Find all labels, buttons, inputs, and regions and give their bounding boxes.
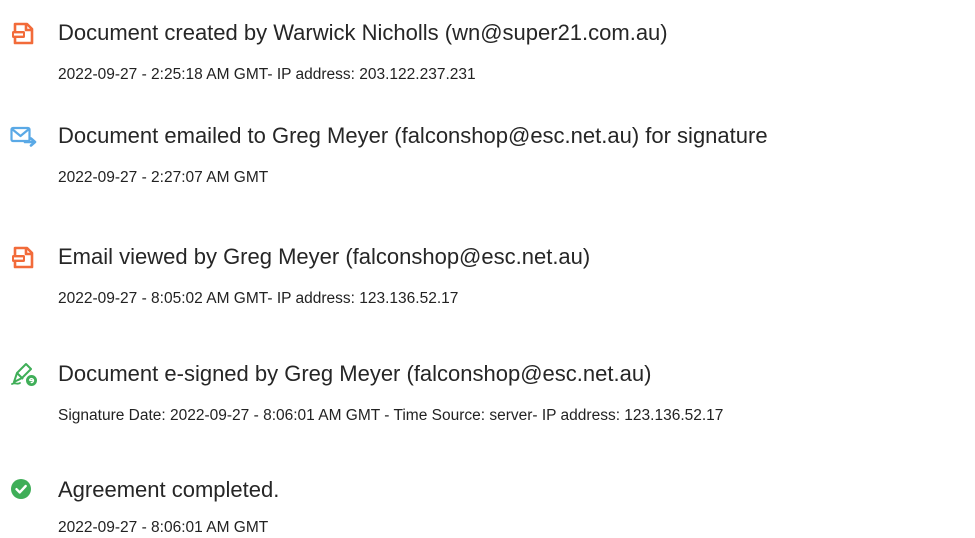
event-detail: Signature Date: 2022-09-27 - 8:06:01 AM … [58, 407, 724, 424]
document-created-icon [10, 20, 36, 46]
event-document-emailed: Document emailed to Greg Meyer (falconsh… [10, 123, 950, 193]
email-sent-icon [10, 123, 37, 149]
event-title: Email viewed by Greg Meyer (falconshop@e… [58, 244, 591, 269]
event-title: Document e-signed by Greg Meyer (falcons… [58, 361, 652, 386]
event-title: Document created by Warwick Nicholls (wn… [58, 20, 668, 45]
event-agreement-completed: Agreement completed. 2022-09-27 - 8:06:0… [10, 477, 950, 537]
event-title: Agreement completed. [58, 477, 280, 502]
event-document-created: Document created by Warwick Nicholls (wn… [10, 20, 950, 90]
event-detail: 2022-09-27 - 8:05:02 AM GMT- IP address:… [58, 290, 459, 307]
e-sign-pen-icon [10, 361, 37, 387]
event-document-e-signed: Document e-signed by Greg Meyer (falcons… [10, 361, 970, 431]
event-detail: 2022-09-27 - 2:27:07 AM GMT [58, 169, 269, 186]
event-detail: 2022-09-27 - 2:25:18 AM GMT- IP address:… [58, 66, 476, 83]
check-circle-icon [10, 477, 36, 503]
email-viewed-icon [10, 244, 36, 270]
event-email-viewed: Email viewed by Greg Meyer (falconshop@e… [10, 244, 950, 314]
event-title: Document emailed to Greg Meyer (falconsh… [58, 123, 768, 148]
event-detail: 2022-09-27 - 8:06:01 AM GMT [58, 519, 269, 536]
